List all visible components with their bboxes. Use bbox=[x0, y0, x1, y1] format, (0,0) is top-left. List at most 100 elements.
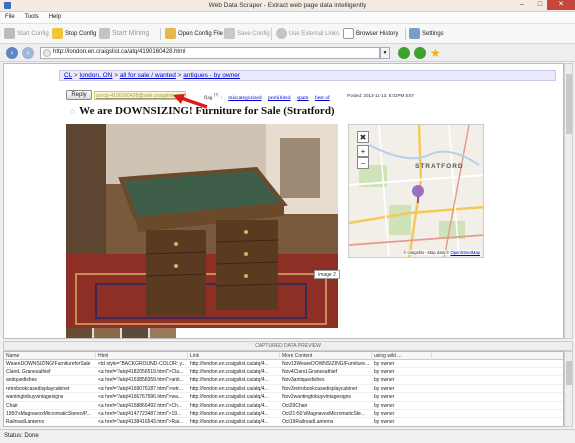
close-button[interactable]: ✕ bbox=[547, 0, 575, 10]
cell-name: Chair bbox=[6, 402, 18, 409]
stop-config-button[interactable]: Stop Config bbox=[52, 27, 96, 40]
settings-icon bbox=[409, 28, 420, 39]
table-row[interactable]: antiquedishes <a href="/atq/4163858359.ht… bbox=[4, 377, 563, 385]
map-fullscreen-button[interactable]: ✖ bbox=[357, 131, 369, 143]
cell-html: <a href="/atq/4138416543.html">Rai... bbox=[98, 419, 184, 426]
back-arrow-icon: ‹ bbox=[10, 48, 14, 57]
cell-using-wild: by owner bbox=[374, 360, 395, 367]
cell-more-content: Nov2wantingtobuyvintagesigns bbox=[282, 394, 351, 401]
minimize-button[interactable]: – bbox=[513, 0, 531, 10]
cell-html: <td style="BACKGROUND-COLOR: y... bbox=[98, 360, 186, 367]
breadcrumb: CL > london, ON > all for sale / wanted … bbox=[59, 70, 556, 81]
save-icon bbox=[224, 28, 235, 39]
favorite-star-icon[interactable]: ☆ bbox=[69, 107, 76, 116]
table-row[interactable]: ClareL Granesathief <a href="/atq/4182056… bbox=[4, 369, 563, 377]
cell-name: wantingtobuyvintagesigns bbox=[6, 394, 64, 401]
flag-best-of[interactable]: best of bbox=[315, 95, 330, 101]
cell-using-wild: by owner bbox=[374, 402, 395, 409]
use-external-links-button[interactable]: Use External Links bbox=[276, 27, 339, 40]
scrollbar-thumb[interactable] bbox=[566, 361, 572, 385]
breadcrumb-category[interactable]: antiques - by owner bbox=[183, 72, 240, 79]
back-button[interactable]: ‹ bbox=[6, 47, 18, 59]
stop-config-icon bbox=[52, 28, 63, 39]
start-config-button[interactable]: Start Config bbox=[4, 27, 49, 40]
cell-more-content: Nov4ClareLGranesathief bbox=[282, 369, 338, 375]
url-dropdown-button[interactable]: ▼ bbox=[380, 47, 390, 59]
table-scrollbar[interactable] bbox=[564, 351, 573, 427]
settings-button[interactable]: Settings bbox=[409, 27, 444, 40]
cell-more-content: Oct21¹50’sMagnavoxMicromaticSte... bbox=[282, 411, 365, 417]
thumbnail[interactable] bbox=[94, 328, 120, 338]
browser-history-label: Browser History bbox=[356, 30, 399, 37]
column-header-more-content[interactable]: More Content bbox=[280, 352, 372, 360]
breadcrumb-city[interactable]: london, ON bbox=[80, 72, 113, 79]
breadcrumb-section[interactable]: all for sale / wanted bbox=[120, 72, 176, 79]
open-config-label: Open Config File bbox=[178, 30, 224, 37]
reply-button[interactable]: Reply bbox=[66, 90, 92, 100]
breadcrumb-sep: > bbox=[114, 72, 118, 79]
browser-history-button[interactable]: Browser History bbox=[343, 27, 398, 40]
forward-arrow-icon: › bbox=[26, 48, 30, 57]
menu-help[interactable]: Help bbox=[44, 12, 66, 22]
desk-photo-image bbox=[66, 124, 338, 328]
breadcrumb-sep: > bbox=[73, 72, 78, 79]
map-zoom-in-button[interactable]: + bbox=[357, 145, 369, 157]
table-row[interactable]: RailroadLanterns <a href="/atq/4138416543… bbox=[4, 419, 563, 426]
flag-label: flag bbox=[204, 94, 213, 101]
scrollbar-thumb[interactable] bbox=[566, 74, 572, 134]
table-row[interactable]: wantingtobuyvintagesigns <a href="/atq/41… bbox=[4, 394, 563, 402]
cell-html: <a href="/atq/4163858359.html">anti... bbox=[98, 377, 184, 384]
favorite-star-icon[interactable]: ★ bbox=[430, 47, 442, 59]
refresh-button[interactable] bbox=[414, 47, 426, 59]
open-config-button[interactable]: Open Config File bbox=[165, 27, 223, 40]
viewport-scrollbar[interactable] bbox=[564, 63, 573, 339]
cell-name: RailroadLanterns bbox=[6, 419, 45, 426]
flag-links: flag [?]: miscategorized prohibited spam… bbox=[204, 92, 330, 101]
thumbnail[interactable] bbox=[150, 328, 176, 338]
column-header-name[interactable]: Name bbox=[4, 352, 96, 360]
table-row[interactable]: Chair <a href="/atq/4158866492.html">Ch..… bbox=[4, 402, 563, 410]
map-attribution: © craigslist - Map data © OpenStreetMap bbox=[402, 250, 481, 255]
flag-help[interactable]: [?] bbox=[214, 92, 218, 97]
breadcrumb-cl[interactable]: CL bbox=[64, 72, 72, 79]
flag-miscategorized[interactable]: miscategorized bbox=[228, 95, 261, 101]
start-mining-button[interactable]: Start Mining bbox=[99, 27, 149, 40]
external-link-icon bbox=[276, 28, 287, 39]
cell-more-content: Nov3antiquedishes bbox=[282, 377, 325, 384]
column-header-using-wild[interactable]: using wild ... bbox=[372, 352, 432, 360]
column-header-html[interactable]: Html bbox=[96, 352, 188, 360]
save-config-button[interactable]: Save Config bbox=[224, 27, 270, 40]
flag-spam[interactable]: spam bbox=[297, 95, 309, 101]
forward-button[interactable]: › bbox=[22, 47, 34, 59]
thumbnail[interactable] bbox=[66, 328, 92, 338]
cell-using-wild: by owner bbox=[374, 369, 395, 375]
cell-more-content: Nov3retrobookcasedisplaycabinet bbox=[282, 385, 358, 392]
cell-name: WeareDOWNSIZING!FurnitureforSale bbox=[6, 360, 91, 367]
listing-photo[interactable] bbox=[66, 124, 338, 328]
menu-file[interactable]: File bbox=[0, 12, 20, 22]
cell-name: antiquedishes bbox=[6, 377, 37, 384]
menu-tools[interactable]: Tools bbox=[20, 12, 44, 22]
map-zoom-out-button[interactable]: − bbox=[357, 157, 369, 169]
map-attribution-text: © craigslist - Map data © bbox=[403, 250, 450, 255]
flag-prohibited[interactable]: prohibited bbox=[268, 95, 291, 101]
table-row[interactable]: retrobookcasedisplaycabinet <a href="/atq… bbox=[4, 385, 563, 394]
table-row[interactable]: WeareDOWNSIZING!FurnitureforSale <td styl… bbox=[4, 360, 563, 368]
page-icon bbox=[43, 49, 51, 57]
browser-viewport[interactable]: CL > london, ON > all for sale / wanted … bbox=[3, 63, 564, 339]
cell-link: http://london.en.craigslist.ca/atq/4... bbox=[190, 411, 269, 417]
column-header-link[interactable]: Link bbox=[188, 352, 280, 360]
cell-name: retrobookcasedisplaycabinet bbox=[6, 385, 70, 392]
openstreetmap-link[interactable]: OpenStreetMap bbox=[450, 250, 480, 255]
go-button[interactable] bbox=[398, 47, 410, 59]
cell-link: http://london.en.craigslist.ca/atq/4... bbox=[190, 419, 269, 426]
location-map[interactable]: STRATFORD ✖ + − © craigslist - Map data … bbox=[348, 124, 484, 258]
thumbnail[interactable] bbox=[122, 328, 148, 338]
url-input[interactable]: http://london.en.craigslist.ca/atq/41901… bbox=[40, 47, 380, 59]
table-header-row: Name Html Link More Content using wild .… bbox=[4, 352, 563, 360]
captured-data-table[interactable]: Name Html Link More Content using wild .… bbox=[3, 351, 564, 427]
cell-using-wild: by owner bbox=[374, 411, 395, 417]
cell-link: http://london.en.craigslist.ca/atq/4... bbox=[190, 402, 269, 409]
table-row[interactable]: 1950’sMagnavoxMicromaticStereo/P... <a hr… bbox=[4, 411, 563, 419]
status-bar: Status: Done bbox=[0, 429, 575, 443]
